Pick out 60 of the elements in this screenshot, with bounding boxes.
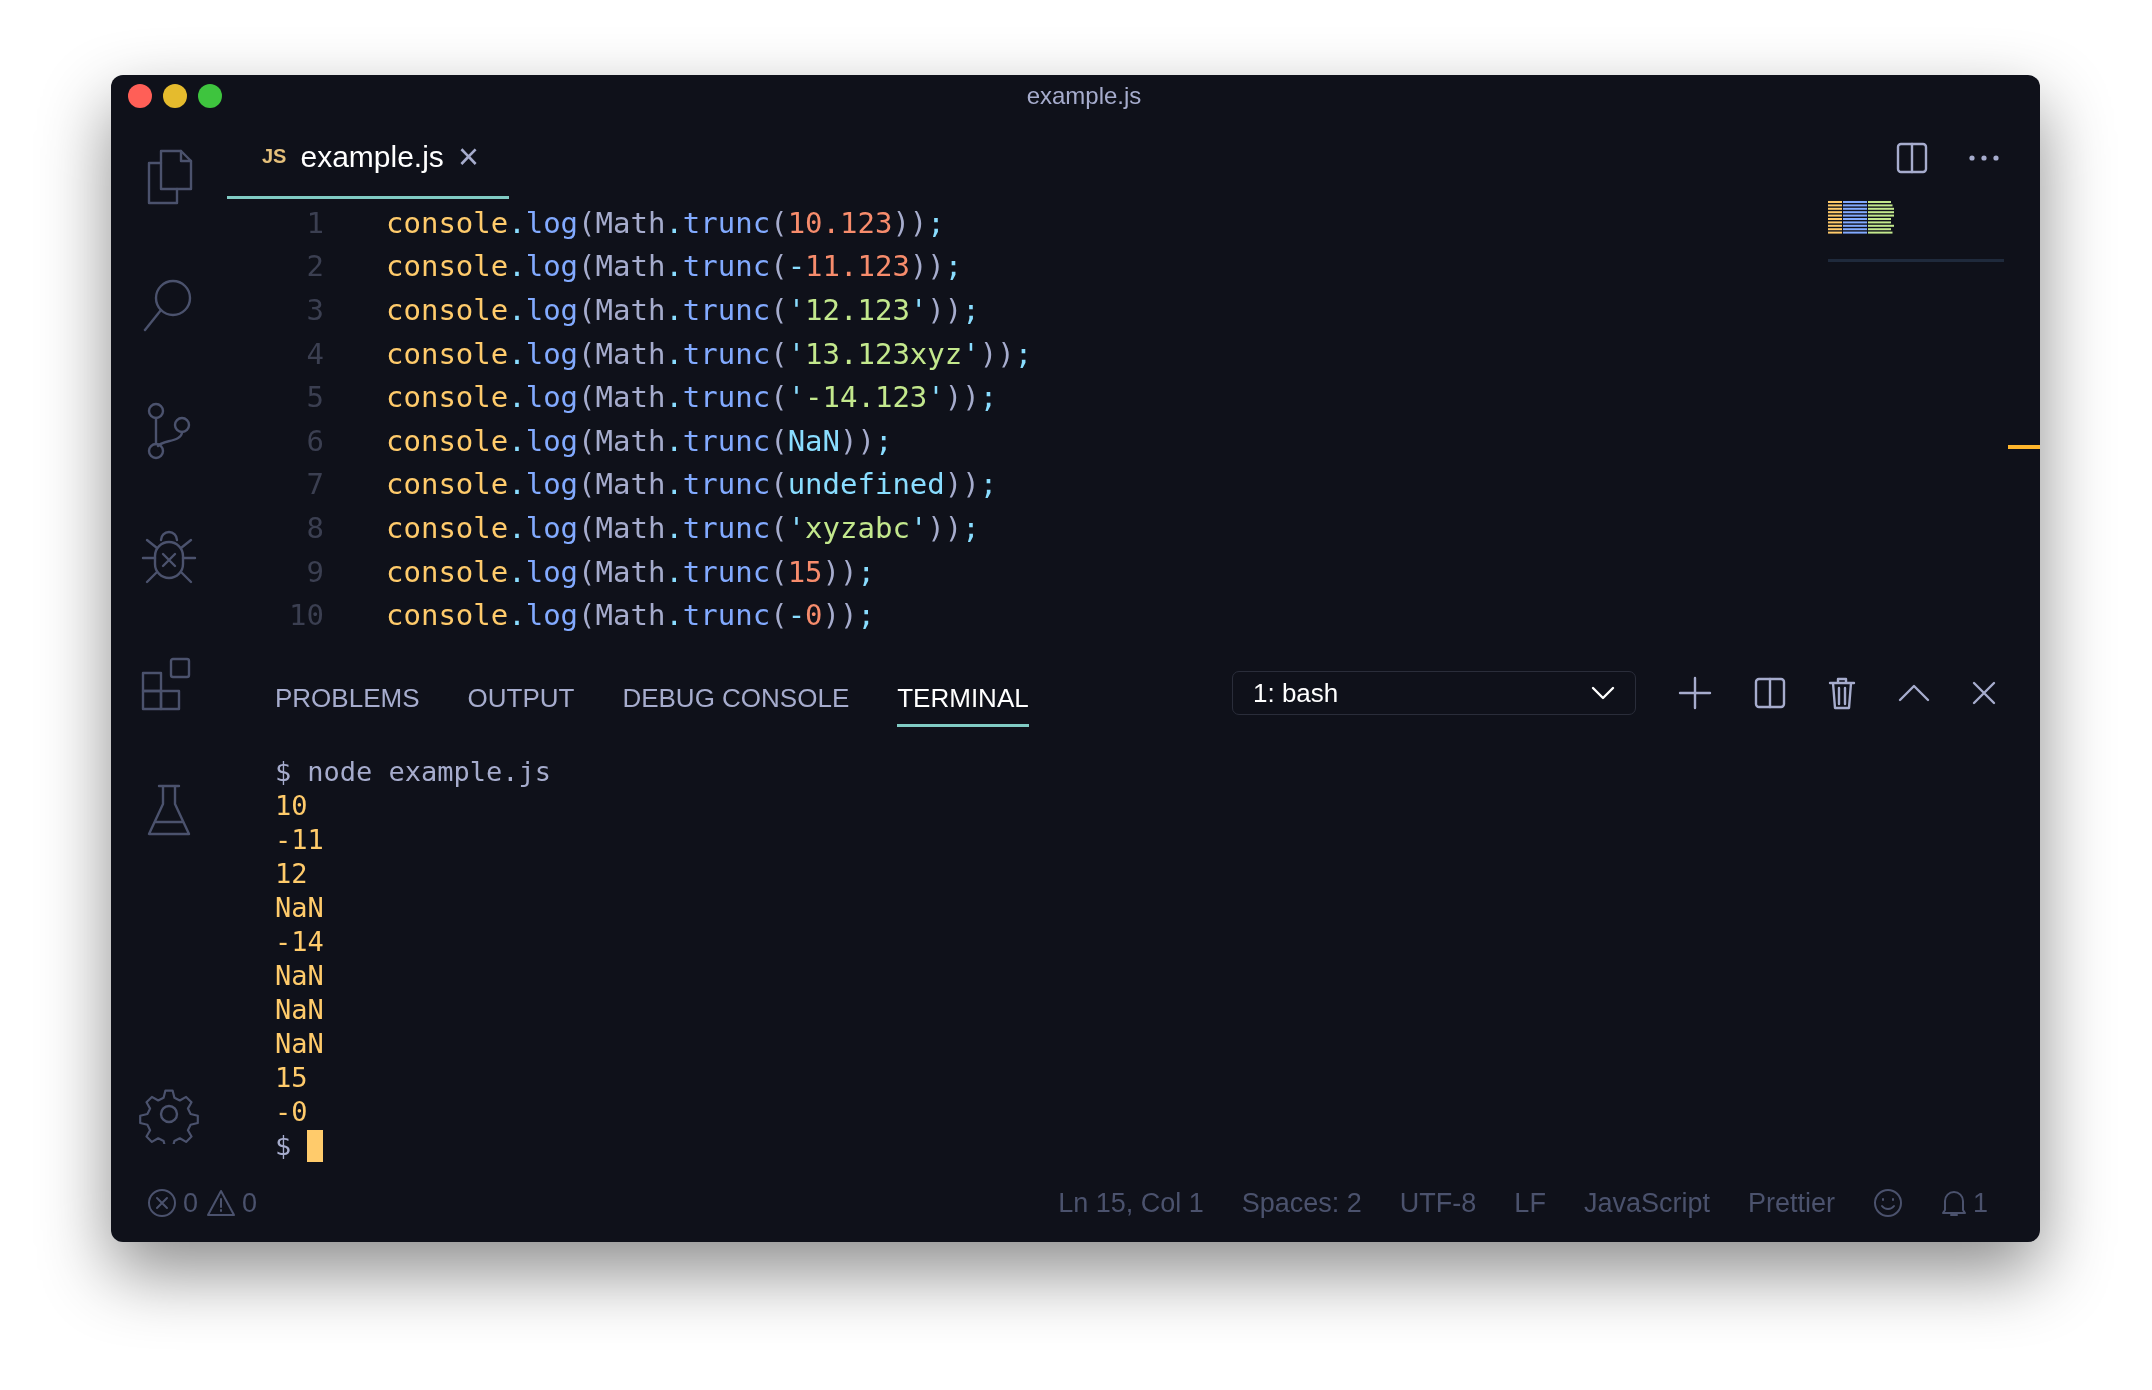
code-line: console.log(Math.trunc(-0)); [386, 598, 875, 633]
prompt: $ [275, 1129, 292, 1163]
minimize-window-button[interactable] [163, 84, 187, 108]
terminal-command: node example.js [307, 755, 552, 789]
error-count[interactable]: 0 [183, 1187, 199, 1219]
status-item[interactable]: LF [1514, 1187, 1546, 1219]
code-line: console.log(Math.trunc(10.123)); [386, 205, 945, 240]
terminal-select[interactable]: 1: bash [1232, 671, 1636, 715]
status-item[interactable]: Ln 15, Col 1 [1058, 1187, 1204, 1219]
code-line: console.log(Math.trunc('12.123')); [386, 293, 980, 327]
status-item[interactable]: Spaces: 2 [1241, 1187, 1362, 1219]
bell-icon[interactable] [1940, 1188, 1967, 1218]
prompt: $ [275, 755, 292, 789]
code-line: console.log(Math.trunc(NaN)); [386, 423, 893, 458]
error-icon [147, 1188, 177, 1218]
code-line: console.log(Math.trunc('-14.123')); [386, 380, 998, 415]
trash-icon[interactable] [1828, 676, 1856, 710]
status-item[interactable]: Prettier [1747, 1187, 1835, 1219]
plus-icon[interactable] [1678, 676, 1712, 710]
terminal-output: NaN [275, 960, 324, 991]
code-line: console.log(Math.trunc(-11.123)); [386, 249, 963, 284]
branch-icon [146, 401, 192, 461]
notification-count: 1 [1972, 1187, 1988, 1219]
warning-count[interactable]: 0 [242, 1187, 258, 1219]
close-icon[interactable]: × [457, 138, 479, 175]
text-cursor [307, 1130, 324, 1162]
status-item[interactable]: UTF-8 [1399, 1187, 1477, 1219]
code-line: console.log(Math.trunc('xyzabc')); [386, 510, 980, 545]
terminal-output: NaN [275, 892, 324, 923]
code-line: console.log(Math.trunc(undefined)); [386, 467, 998, 502]
close-window-button[interactable] [128, 84, 152, 108]
panel-tab[interactable]: OUTPUT [467, 671, 575, 727]
file-type-label: JS [262, 145, 287, 168]
terminal-output: 10 [275, 790, 308, 821]
panel-tab[interactable]: TERMINAL [897, 671, 1029, 727]
terminal-output: NaN [275, 994, 324, 1025]
terminal-output: -11 [275, 824, 324, 855]
panel-tab[interactable]: PROBLEMS [275, 671, 420, 727]
editor-tab[interactable]: JS example.js × [227, 117, 509, 199]
chevron-down-icon [1591, 686, 1615, 700]
panel-tab[interactable]: DEBUG CONSOLE [622, 671, 850, 727]
split-terminal-icon[interactable] [1754, 677, 1786, 709]
split-editor-icon[interactable] [1896, 142, 1928, 174]
close-icon[interactable] [1972, 681, 1996, 705]
terminal-output: NaN [275, 1028, 324, 1059]
terminal-output: 15 [275, 1062, 308, 1093]
scrollbar-marker [2008, 445, 2040, 449]
code-line: console.log(Math.trunc(15)); [386, 554, 875, 589]
smiley-icon[interactable] [1872, 1188, 1903, 1218]
zoom-window-button[interactable] [198, 84, 222, 108]
terminal-output: -0 [275, 1096, 308, 1127]
warning-icon [206, 1189, 237, 1217]
window-title: example.js [1026, 82, 1142, 110]
status-item[interactable]: JavaScript [1583, 1187, 1710, 1219]
code-line: console.log(Math.trunc('13.123xyz')); [386, 336, 1033, 371]
more-icon[interactable] [1968, 154, 2000, 162]
chevron-up-icon[interactable] [1898, 684, 1930, 702]
terminal-output: -14 [275, 926, 324, 957]
tab-label: example.js [300, 139, 444, 174]
terminal-output: 12 [275, 858, 308, 889]
